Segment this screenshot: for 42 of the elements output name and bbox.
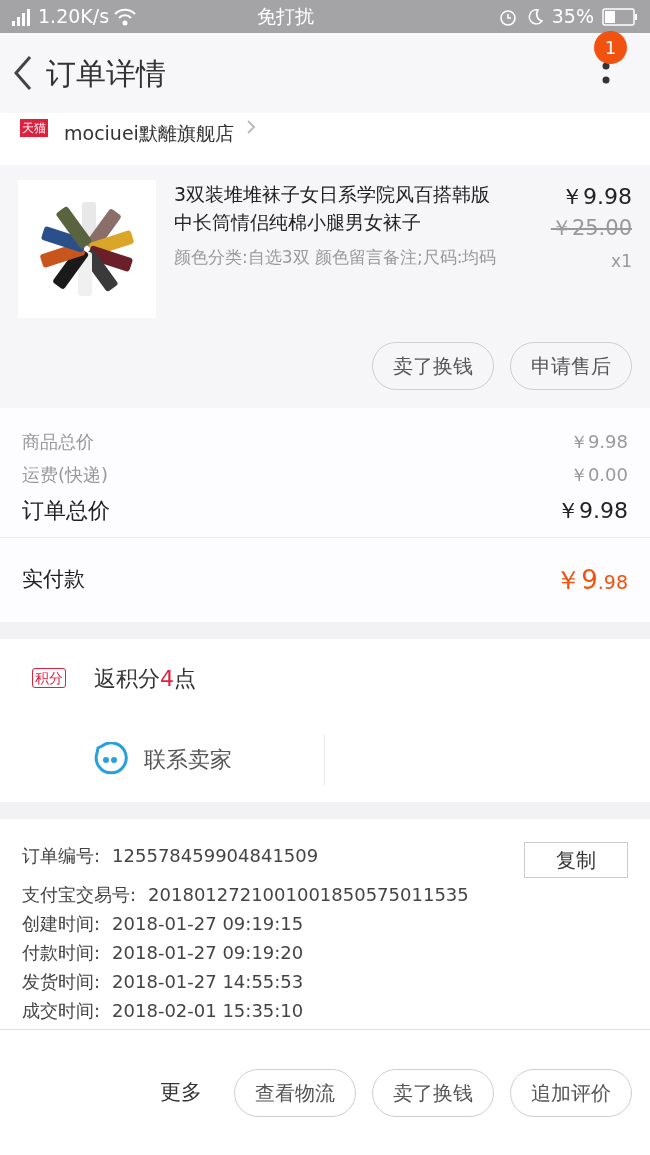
do-not-disturb-text: 免打扰 [255, 4, 315, 30]
product-quantity: x1 [611, 249, 632, 273]
info-label: 创建时间: [22, 912, 101, 936]
paid-amount: ￥9.98 [555, 563, 628, 597]
info-label: 付款时间: [22, 941, 101, 965]
info-label: 发货时间: [22, 970, 101, 994]
summary-value: ￥0.00 [569, 463, 628, 487]
network-speed: 1.20K/s [38, 4, 110, 30]
more-link[interactable]: 更多 [160, 1076, 202, 1109]
summary-value: ￥9.98 [569, 430, 628, 454]
copy-button[interactable]: 复制 [524, 842, 628, 878]
page-title: 订单详情 [46, 54, 166, 93]
shop-name: mociuei默離旗舰店 [64, 121, 234, 146]
summary-label: 运费(快递) [22, 463, 109, 487]
points-text: 返积分4点 [94, 664, 196, 693]
info-value: 125578459904841509 [112, 844, 319, 868]
notification-badge: 1 [594, 31, 627, 64]
shop-row[interactable]: 天猫 mociuei默離旗舰店 [0, 113, 650, 165]
paid-label: 实付款 [22, 566, 85, 594]
info-value: 2018-01-27 09:19:15 [112, 912, 304, 936]
battery-icon [602, 7, 638, 26]
info-value: 2018-01-27 09:19:20 [112, 941, 304, 965]
info-label: 支付宝交易号: [22, 883, 137, 907]
tmall-tag: 天猫 [20, 119, 48, 137]
original-price: ￥25.00 [550, 215, 632, 242]
contact-seller-button[interactable]: 联系卖家 [92, 741, 232, 778]
summary-value: ￥9.98 [557, 497, 628, 525]
info-label: 成交时间: [22, 999, 101, 1023]
points-tag: 积分 [32, 668, 66, 688]
info-label: 订单编号: [22, 844, 101, 868]
product-sku: 颜色分类:自选3双 颜色留言备注;尺码:均码 [174, 246, 498, 269]
battery-percent: 35% [551, 4, 594, 30]
chevron-right-icon [245, 119, 256, 135]
product-title: 3双装堆堆袜子女日系学院风百搭韩版中长筒情侣纯棉小腿男女袜子 [174, 182, 492, 235]
info-value: 2018012721001001850575011535 [148, 883, 469, 907]
summary-label: 订单总价 [22, 497, 110, 525]
wifi-icon [113, 7, 138, 26]
more-icon[interactable] [602, 61, 610, 85]
info-value: 2018-01-27 14:55:53 [112, 970, 304, 994]
product-price: ￥9.98 [561, 183, 632, 211]
summary-label: 商品总价 [22, 430, 94, 454]
info-value: 2018-02-01 15:35:10 [112, 999, 304, 1023]
